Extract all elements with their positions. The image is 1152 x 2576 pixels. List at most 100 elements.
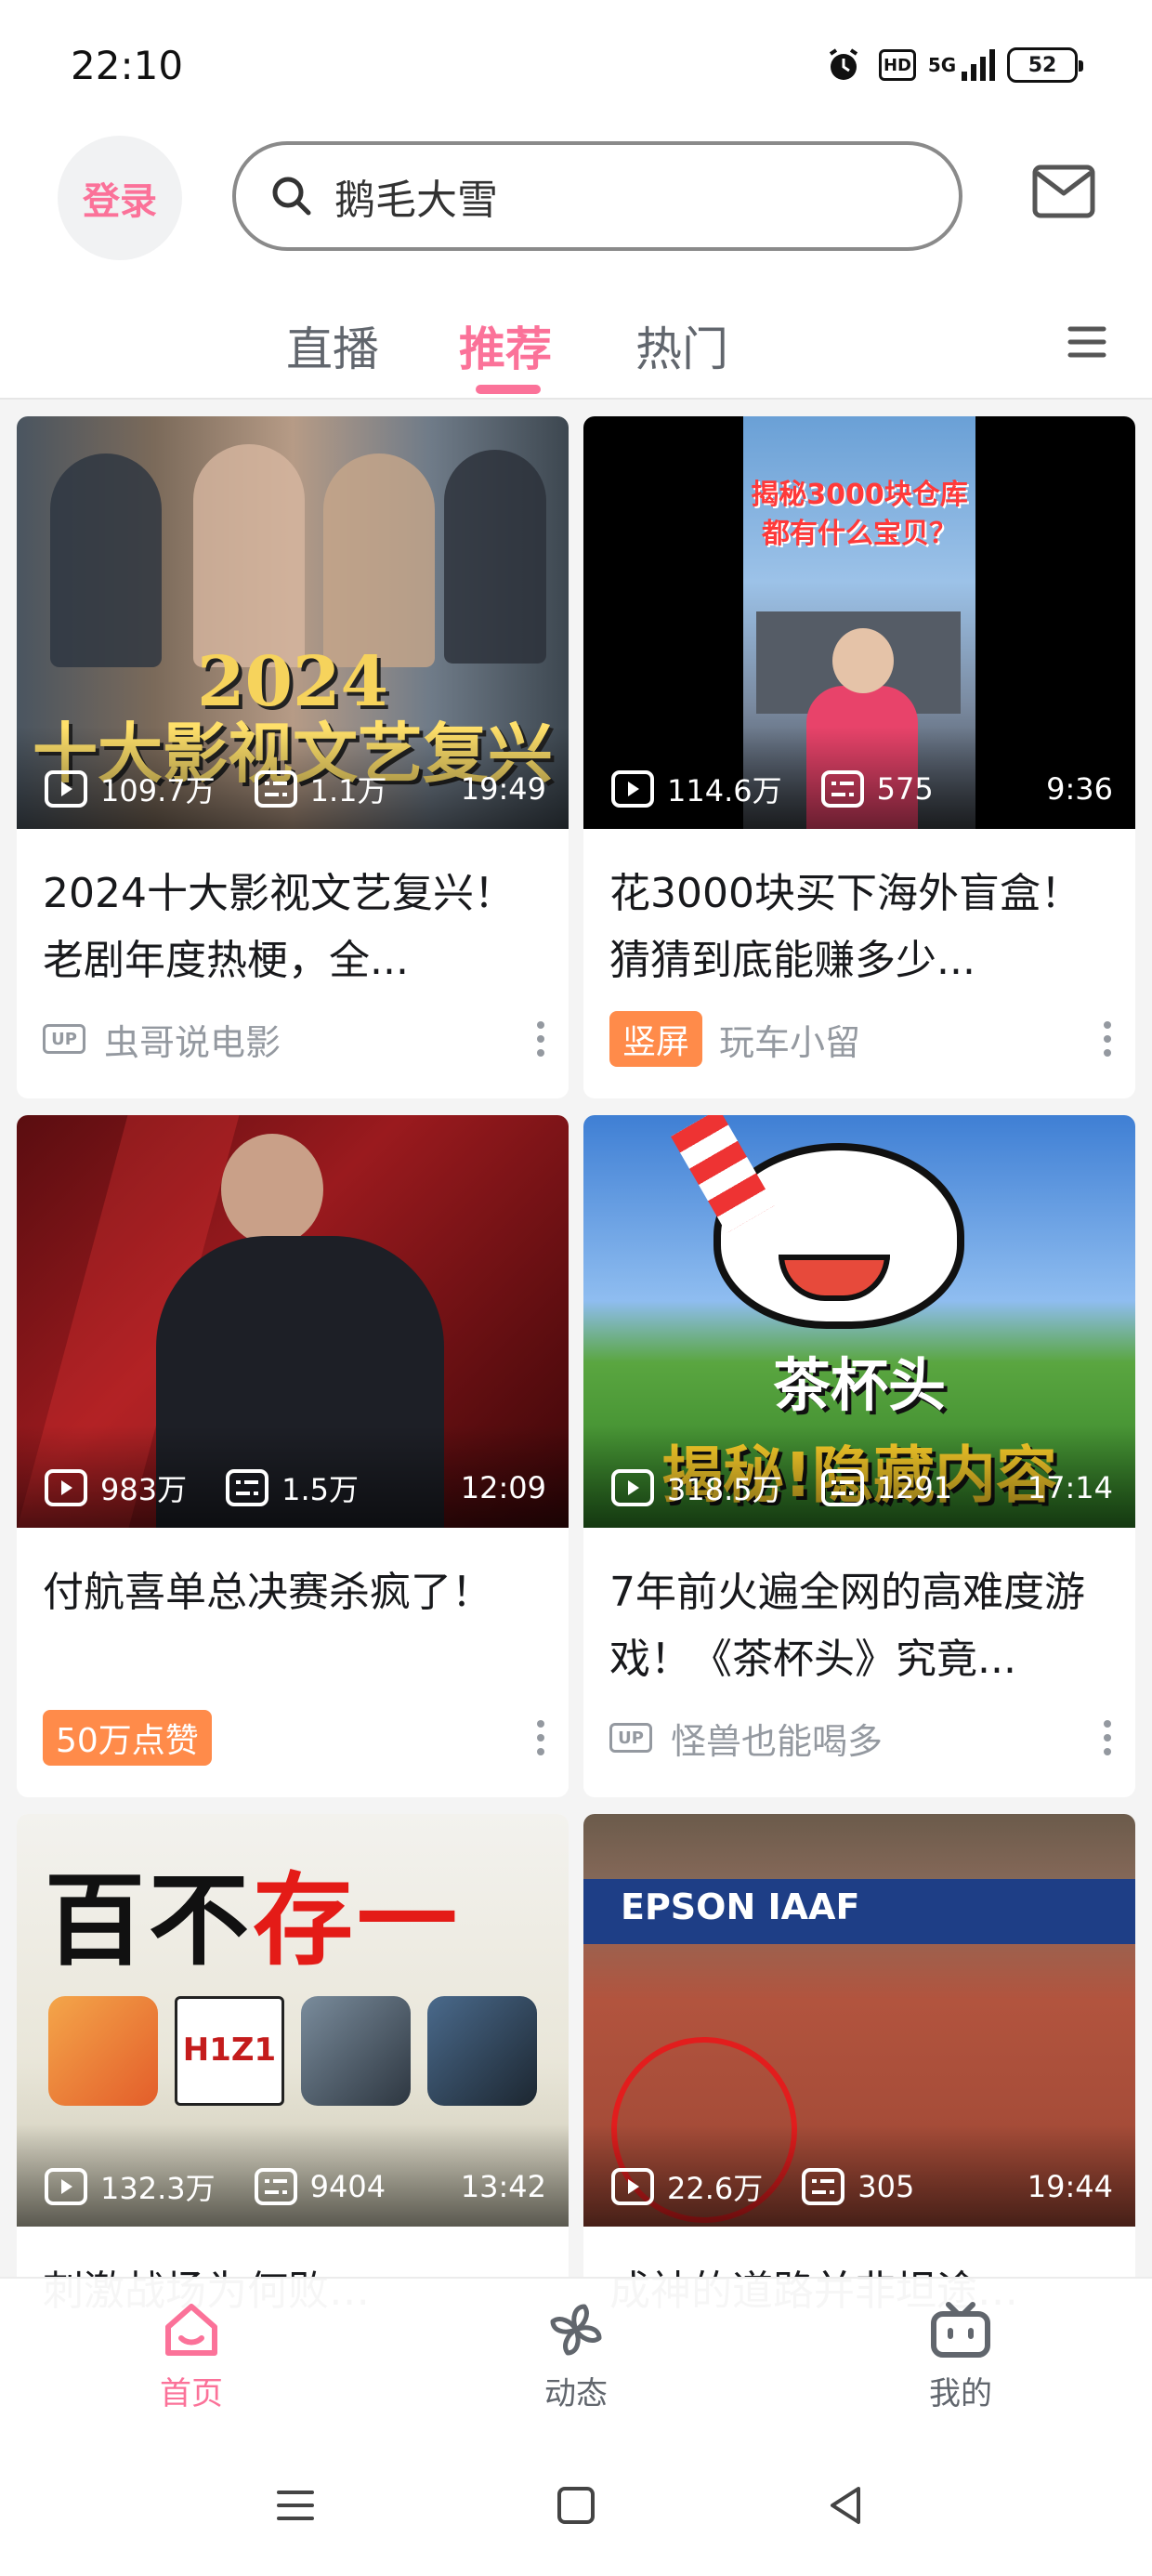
video-card[interactable]: 2024 十大影视文艺复兴 109.7万 1.1万 19:49 2024十大影视… (17, 416, 569, 1098)
video-stats: 114.6万 575 9:36 (611, 768, 1113, 810)
nav-home-label: 首页 (160, 2375, 223, 2412)
danmaku-icon (802, 2168, 845, 2205)
likes-tag: 50万点赞 (43, 1710, 212, 1766)
video-meta: 50万点赞 (43, 1710, 546, 1766)
video-thumbnail[interactable]: 2024 十大影视文艺复兴 109.7万 1.1万 19:49 (17, 416, 569, 829)
danmaku-stat: 1291 (820, 1469, 953, 1506)
danmaku-stat: 9404 (254, 2168, 386, 2205)
tab-hot[interactable]: 热门 (635, 312, 728, 379)
more-options-icon[interactable] (1102, 1718, 1113, 1757)
views-stat: 109.7万 (45, 768, 216, 810)
status-time: 22:10 (71, 43, 184, 88)
danmaku-icon (254, 2168, 297, 2205)
home-button-icon[interactable] (548, 2477, 604, 2533)
thumbnail-caption: EPSON IAAF (621, 1886, 860, 1927)
danmaku-stat: 305 (802, 2168, 914, 2205)
video-duration: 19:49 (460, 771, 546, 807)
play-count-icon (611, 2168, 654, 2205)
views-count: 109.7万 (100, 773, 216, 808)
nav-dynamic[interactable]: 动态 (502, 2297, 650, 2413)
danmaku-count: 1.5万 (281, 1472, 359, 1507)
video-stats: 318.5万 1291 17:14 (611, 1466, 1113, 1509)
video-thumbnail[interactable]: 百不存一 H1Z1 132.3万 9404 13:42 (17, 1814, 569, 2227)
vertical-tag: 竖屏 (609, 1011, 703, 1067)
search-input[interactable]: 鹅毛大雪 (232, 141, 962, 251)
danmaku-count: 305 (857, 2169, 915, 2204)
tv-icon (931, 2302, 990, 2358)
video-card[interactable]: 983万 1.5万 12:09 付航喜单总决赛杀疯了！ 50万点赞 (17, 1115, 569, 1797)
views-stat: 114.6万 (611, 768, 782, 810)
video-card[interactable]: 茶杯头 揭秘!隐藏内容 318.5万 1291 17:14 7年前火遍全网的高难… (583, 1115, 1135, 1797)
play-count-icon (611, 770, 654, 808)
back-icon[interactable] (818, 2477, 873, 2533)
views-stat: 22.6万 (611, 2165, 763, 2208)
danmaku-stat: 1.5万 (226, 1466, 359, 1509)
more-options-icon[interactable] (1102, 1019, 1113, 1058)
video-duration: 17:14 (1027, 1470, 1113, 1505)
video-duration: 19:44 (1027, 2169, 1113, 2204)
author-name[interactable]: 虫哥说电影 (104, 1014, 281, 1065)
views-count: 132.3万 (100, 2171, 216, 2206)
views-stat: 983万 (45, 1466, 187, 1509)
menu-icon[interactable] (1067, 323, 1107, 361)
views-count: 114.6万 (667, 773, 782, 808)
search-icon (272, 177, 311, 216)
author-name[interactable]: 玩车小留 (719, 1014, 860, 1065)
play-count-icon (45, 1469, 87, 1506)
danmaku-icon (226, 1469, 269, 1506)
danmaku-count: 575 (876, 771, 934, 807)
views-count: 983万 (100, 1472, 188, 1507)
video-stats: 983万 1.5万 12:09 (45, 1466, 546, 1509)
search-placeholder: 鹅毛大雪 (334, 177, 498, 224)
danmaku-icon (820, 1469, 864, 1506)
video-duration: 13:42 (460, 2169, 546, 2204)
video-thumbnail[interactable]: EPSON IAAF 22.6万 305 19:44 (583, 1814, 1135, 2227)
views-stat: 132.3万 (45, 2165, 216, 2208)
nav-home[interactable]: 首页 (117, 2297, 266, 2413)
video-title[interactable]: 付航喜单总决赛杀疯了！ (43, 1559, 544, 1626)
login-button[interactable]: 登录 (58, 136, 182, 260)
pinwheel-icon (550, 2304, 602, 2356)
play-count-icon (45, 770, 87, 808)
author-name[interactable]: 怪兽也能喝多 (671, 1713, 883, 1764)
up-badge-icon: UP (43, 1024, 85, 1054)
video-thumbnail[interactable]: 茶杯头 揭秘!隐藏内容 318.5万 1291 17:14 (583, 1115, 1135, 1528)
video-card[interactable]: 揭秘3000块仓库 都有什么宝贝？ 114.6万 575 9:36 花3000块买… (583, 416, 1135, 1098)
danmaku-count: 1291 (876, 1470, 953, 1505)
views-count: 318.5万 (667, 1472, 782, 1507)
thumbnail-caption: 百不存一 (45, 1863, 462, 1979)
hd-icon: HD (879, 49, 916, 81)
video-stats: 109.7万 1.1万 19:49 (45, 768, 546, 810)
video-title[interactable]: 2024十大影视文艺复兴！老剧年度热梗，全... (43, 861, 544, 994)
more-options-icon[interactable] (535, 1019, 546, 1058)
video-duration: 9:36 (1046, 771, 1113, 807)
network-type: 5G (927, 54, 957, 76)
video-title[interactable]: 7年前火遍全网的高难度游戏！《茶杯头》究竟... (609, 1559, 1111, 1693)
system-navigation-bar (0, 2435, 1152, 2576)
danmaku-icon (254, 770, 297, 808)
status-bar: 22:10 HD 5G 52 (0, 0, 1152, 130)
video-title[interactable]: 花3000块买下海外盲盒！猜猜到底能赚多少... (609, 861, 1111, 994)
nav-dynamic-label: 动态 (544, 2375, 608, 2412)
tab-live[interactable]: 直播 (286, 312, 379, 379)
thumbnail-caption: 揭秘3000块仓库 都有什么宝贝？ (751, 479, 968, 550)
bottom-nav: 首页 动态 我的 (0, 2277, 1152, 2435)
nav-mine[interactable]: 我的 (886, 2297, 1035, 2413)
video-meta: UP 怪兽也能喝多 (609, 1710, 1113, 1766)
alarm-icon (825, 45, 862, 85)
views-count: 22.6万 (667, 2171, 764, 2206)
home-icon (165, 2304, 217, 2356)
danmaku-count: 1.1万 (309, 773, 387, 808)
video-thumbnail[interactable]: 揭秘3000块仓库 都有什么宝贝？ 114.6万 575 9:36 (583, 416, 1135, 829)
video-duration: 12:09 (460, 1470, 546, 1505)
active-tab-indicator (476, 385, 541, 394)
tab-recommend[interactable]: 推荐 (459, 312, 552, 379)
recent-apps-icon[interactable] (268, 2477, 323, 2533)
more-options-icon[interactable] (535, 1718, 546, 1757)
play-count-icon (611, 1469, 654, 1506)
signal-icon: 5G (928, 45, 996, 85)
video-thumbnail[interactable]: 983万 1.5万 12:09 (17, 1115, 569, 1528)
mail-icon[interactable] (1031, 164, 1096, 219)
top-header: 登录 鹅毛大雪 直播 推荐 热门 (0, 130, 1152, 400)
danmaku-stat: 1.1万 (254, 768, 387, 810)
